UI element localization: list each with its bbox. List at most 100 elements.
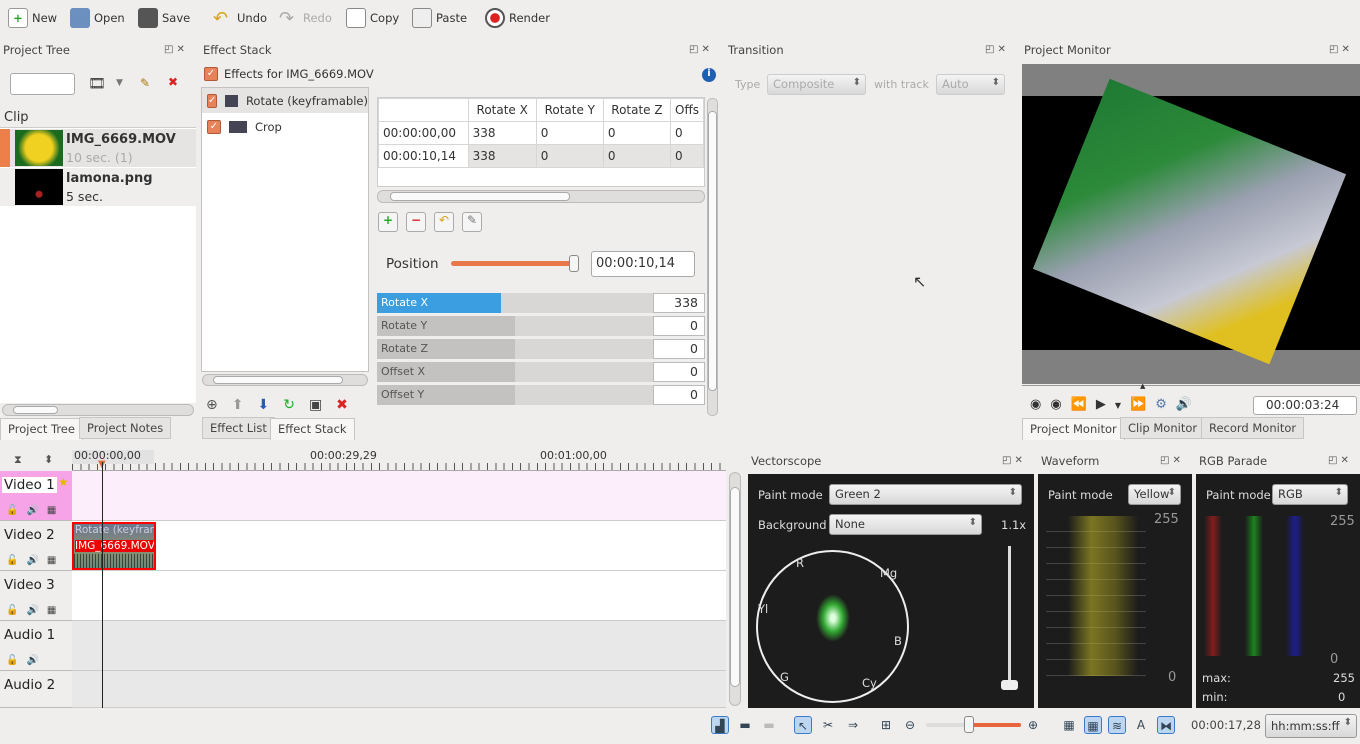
info-icon[interactable]: i xyxy=(702,68,716,82)
dock-float-close-buttons[interactable]: ◰✕ xyxy=(1328,455,1352,466)
project-search-input[interactable] xyxy=(10,73,75,95)
save-button[interactable]: Save xyxy=(138,4,190,32)
tab-project-notes[interactable]: Project Notes xyxy=(79,417,172,439)
tab-project-monitor[interactable]: Project Monitor xyxy=(1022,418,1125,440)
param-value-input[interactable]: 0 xyxy=(653,316,705,336)
dock-float-close-buttons[interactable]: ◰✕ xyxy=(1002,455,1026,466)
seek-end-icon[interactable]: ◉ xyxy=(1050,397,1061,412)
select-tool-icon[interactable]: ↖ xyxy=(794,716,812,734)
tab-project-tree[interactable]: Project Tree xyxy=(0,418,83,440)
settings-icon[interactable]: ⚙ xyxy=(1155,397,1167,412)
monitor-timecode-input[interactable]: 00:00:03:24 xyxy=(1253,396,1357,415)
slider-handle[interactable] xyxy=(964,716,975,733)
move-down-icon[interactable]: ⬇ xyxy=(257,397,269,413)
track-video-3[interactable] xyxy=(72,571,726,621)
param-slider-rotate-x[interactable]: Rotate X 338 xyxy=(377,293,705,313)
audio-thumbnails-icon[interactable]: ≋ xyxy=(1108,716,1126,734)
collapse-tracks-icon[interactable]: ⧗ xyxy=(14,453,22,467)
param-slider-rotate-z[interactable]: Rotate Z 0 xyxy=(377,339,705,359)
dock-float-close-buttons[interactable]: ◰✕ xyxy=(985,44,1009,55)
fit-zoom-icon[interactable]: ⊞ xyxy=(877,716,895,734)
track-video-1[interactable] xyxy=(72,471,726,521)
track-header-audio-1[interactable]: Audio 1 🔓🔊 xyxy=(0,621,72,671)
keyframe-table[interactable]: Rotate X Rotate Y Rotate Z Offs 00:00:00,00… xyxy=(377,97,705,187)
timeline-clip[interactable]: Rotate (keyframable) IMG_6669.MOV xyxy=(72,522,156,570)
new-button[interactable]: + New xyxy=(8,4,57,32)
monitor-screen[interactable] xyxy=(1022,64,1360,384)
edit-clip-icon[interactable]: ✎ xyxy=(140,76,150,90)
horizontal-scrollbar[interactable] xyxy=(377,190,705,203)
track-video-2[interactable]: Rotate (keyframable) IMG_6669.MOV xyxy=(72,521,726,571)
track-header-video-2[interactable]: Video 2 🔓🔊▦ xyxy=(0,521,72,571)
add-effect-icon[interactable]: ⊕ xyxy=(206,397,218,413)
param-value-input[interactable]: 0 xyxy=(653,385,705,405)
dock-float-close-buttons[interactable]: ◰✕ xyxy=(689,44,713,55)
dock-float-close-buttons[interactable]: ◰✕ xyxy=(1329,44,1353,55)
zoom-slider[interactable] xyxy=(926,716,1021,733)
track-header-video-3[interactable]: Video 3 🔓🔊▦ xyxy=(0,571,72,621)
tab-clip-monitor[interactable]: Clip Monitor xyxy=(1120,417,1206,439)
param-slider-offset-y[interactable]: Offset Y 0 xyxy=(377,385,705,405)
zoom-out-icon[interactable]: ⊖ xyxy=(901,716,919,734)
background-select[interactable]: None xyxy=(829,514,982,535)
copy-button[interactable]: Copy xyxy=(346,4,399,32)
position-timecode-input[interactable]: 00:00:10,14 xyxy=(591,251,695,277)
tab-effect-stack[interactable]: Effect Stack xyxy=(270,418,355,440)
rewind-icon[interactable]: ⏪ xyxy=(1071,397,1087,412)
monitor-ruler[interactable]: ▲ xyxy=(1022,382,1360,391)
paint-mode-select[interactable]: Green 2 xyxy=(829,484,1022,505)
param-value-input[interactable]: 0 xyxy=(653,339,705,359)
track-header-audio-2[interactable]: Audio 2 xyxy=(0,671,72,708)
param-value-input[interactable]: 0 xyxy=(653,362,705,382)
render-button[interactable]: Render xyxy=(485,4,550,32)
clip-item[interactable]: IMG_6669.MOV 10 sec. (1) xyxy=(0,129,196,167)
paste-button[interactable]: Paste xyxy=(412,4,467,32)
transition-type-select[interactable]: Composite xyxy=(767,74,866,95)
razor-tool-icon[interactable]: ✂ xyxy=(819,716,837,734)
reset-icon[interactable]: ↻ xyxy=(283,397,295,413)
horizontal-scrollbar[interactable] xyxy=(202,374,368,386)
tab-record-monitor[interactable]: Record Monitor xyxy=(1201,417,1305,439)
dock-float-close-buttons[interactable]: ◰✕ xyxy=(164,44,188,55)
expand-tracks-icon[interactable]: ⬍ xyxy=(44,453,53,466)
open-button[interactable]: Open xyxy=(70,4,125,32)
move-up-icon[interactable]: ⬆ xyxy=(232,397,244,413)
effects-enable-checkbox[interactable]: ✓ Effects for IMG_6669.MOV xyxy=(204,67,374,81)
track-icons[interactable]: 🔓🔊 xyxy=(6,655,47,666)
timecode-format-select[interactable]: hh:mm:ss:ff xyxy=(1265,714,1357,738)
dock-float-close-buttons[interactable]: ◰✕ xyxy=(1160,455,1184,466)
insert-mode-icon[interactable]: ▬ xyxy=(760,716,778,734)
checkbox[interactable]: ✓ xyxy=(207,119,221,134)
track-icons[interactable]: 🔓🔊▦ xyxy=(6,505,64,516)
horizontal-scrollbar[interactable] xyxy=(2,404,194,416)
reset-keyframe-icon[interactable]: ↶ xyxy=(434,212,454,232)
add-clip-icon[interactable]: 🎞 xyxy=(88,76,106,92)
track-icons[interactable]: 🔓🔊▦ xyxy=(6,555,64,566)
paint-mode-select[interactable]: Yellow xyxy=(1128,484,1181,505)
chevron-down-icon[interactable]: ▼ xyxy=(1115,397,1121,412)
position-slider[interactable] xyxy=(451,255,579,272)
overwrite-mode-icon[interactable]: ▬ xyxy=(736,716,754,734)
table-row[interactable]: 00:00:10,14 338 0 0 0 xyxy=(378,144,704,168)
thumbnails-icon[interactable]: ▦ xyxy=(1060,716,1078,734)
checkbox[interactable]: ✓ xyxy=(207,93,218,108)
tab-effect-list[interactable]: Effect List xyxy=(202,417,275,439)
video-thumbnails-icon[interactable]: ▦ xyxy=(1084,716,1102,734)
vertical-scrollbar[interactable] xyxy=(729,472,741,706)
add-keyframe-icon[interactable]: + xyxy=(378,212,398,232)
delete-clip-icon[interactable]: ✖ xyxy=(168,75,178,89)
transition-track-select[interactable]: Auto xyxy=(936,74,1005,95)
chevron-down-icon[interactable]: ▼ xyxy=(116,78,123,88)
paint-mode-select[interactable]: RGB xyxy=(1272,484,1348,505)
snap-icon[interactable]: ⧓ xyxy=(1157,716,1175,734)
save-effect-icon[interactable]: ▣ xyxy=(309,397,322,413)
table-row[interactable]: 00:00:00,00 338 0 0 0 xyxy=(378,121,704,145)
play-icon[interactable]: ▶ xyxy=(1096,397,1106,412)
volume-icon[interactable]: 🔊 xyxy=(1176,397,1192,412)
param-slider-rotate-y[interactable]: Rotate Y 0 xyxy=(377,316,705,336)
track-audio-1[interactable] xyxy=(72,621,726,671)
spacer-tool-icon[interactable]: ⇒ xyxy=(844,716,862,734)
track-header-video-1[interactable]: Video 1 ★ 🔓🔊▦ xyxy=(0,471,72,521)
delete-effect-icon[interactable]: ✖ xyxy=(336,397,348,413)
undo-button[interactable]: ↶ Undo xyxy=(213,4,267,32)
